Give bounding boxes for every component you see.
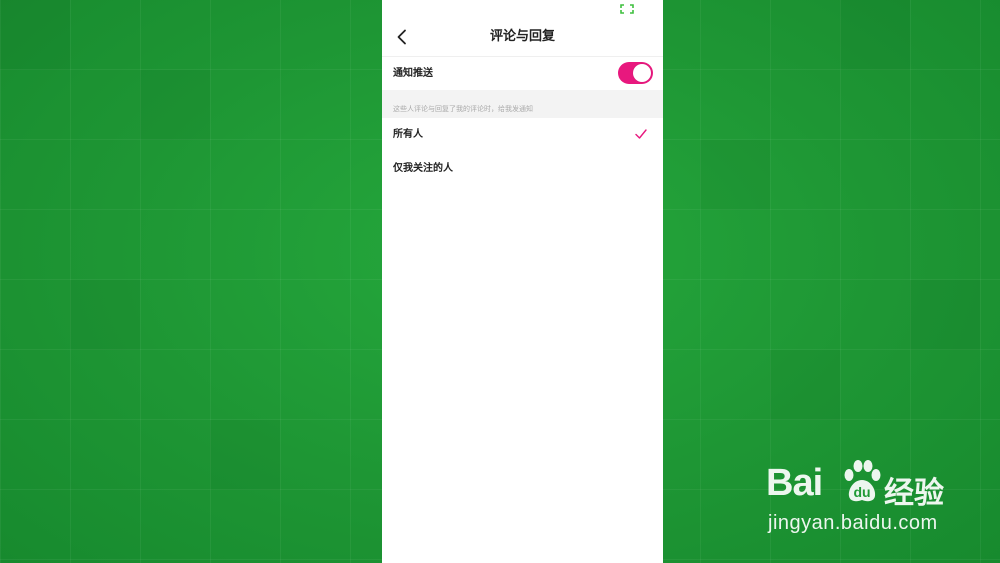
paw-icon: du: [844, 460, 881, 502]
phone-screen: 评论与回复 通知推送 这些人评论与回复了我的评论时，给我发通知 所有人 仅我关注…: [382, 0, 663, 563]
option-everyone-label: 所有人: [393, 129, 423, 140]
checkmark-icon: [635, 129, 647, 139]
bg-tile: [140, 70, 210, 140]
notification-push-label: 通知推送: [393, 68, 433, 79]
option-only-following[interactable]: 仅我关注的人: [382, 152, 663, 185]
fullscreen-icon: [620, 4, 634, 14]
page-title: 评论与回复: [489, 29, 555, 44]
bg-tile: [910, 280, 980, 350]
bg-tile: [0, 0, 70, 70]
bg-tile: [770, 350, 840, 420]
baidu-jingyan-watermark: Bai du 经验 jingyan.baidu.com: [766, 452, 956, 544]
svg-text:du: du: [853, 484, 870, 500]
bg-tile: [70, 280, 140, 350]
notification-push-toggle[interactable]: [618, 62, 653, 84]
watermark-brand-cn: 经验: [884, 476, 944, 511]
section-hint: 这些人评论与回复了我的评论时，给我发通知: [382, 90, 663, 118]
watermark-url: jingyan.baidu.com: [768, 512, 938, 534]
option-only-following-label: 仅我关注的人: [393, 163, 453, 174]
bg-tile: [210, 420, 280, 490]
notification-push-row: 通知推送: [382, 57, 663, 90]
watermark-logo: Bai du 经验: [766, 458, 956, 511]
watermark-brand-latin: Bai: [766, 462, 823, 504]
option-everyone[interactable]: 所有人: [382, 118, 663, 151]
bg-tile: [700, 140, 770, 210]
navigation-bar: 评论与回复: [382, 18, 663, 57]
toggle-knob: [633, 64, 651, 82]
bg-tile: [840, 0, 910, 70]
